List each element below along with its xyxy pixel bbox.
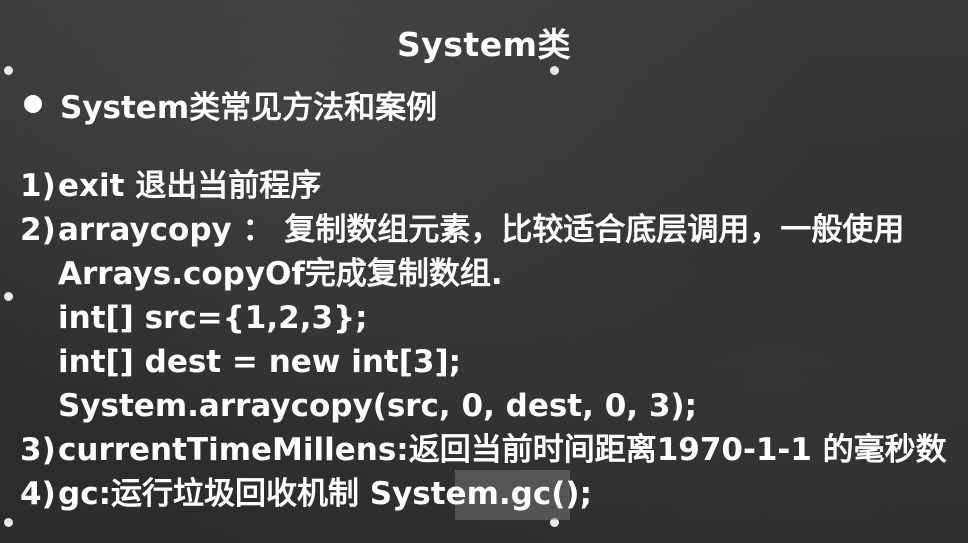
code-text: System.arraycopy(src, 0, dest, 0, 3); <box>58 388 697 424</box>
list-item: 3)currentTimeMillens:返回当前时间距离1970-1-1 的毫… <box>20 430 947 470</box>
bullet-icon <box>24 95 42 113</box>
slide-title: System类 <box>397 25 571 64</box>
frame-handle-top-left <box>4 66 13 75</box>
section-heading: System类常见方法和案例 <box>24 84 438 126</box>
code-text: int[] src={1,2,3}; <box>58 300 368 336</box>
code-line: int[] src={1,2,3}; <box>58 298 368 338</box>
list-item-continuation: Arrays.copyOf完成复制数组. <box>58 254 503 294</box>
section-heading-text: System类常见方法和案例 <box>60 89 438 126</box>
item-text: gc:运行垃圾回收机制 System.gc(); <box>58 476 592 512</box>
item-number: 2) <box>20 212 56 248</box>
list-item: 1)exit 退出当前程序 <box>20 166 321 206</box>
frame-handle-middle-left <box>4 292 13 301</box>
list-item: 4)gc:运行垃圾回收机制 System.gc(); <box>20 474 592 514</box>
item-text: currentTimeMillens:返回当前时间距离1970-1-1 的毫秒数 <box>58 432 947 468</box>
item-number: 4) <box>20 476 56 512</box>
item-text: arraycopy ： 复制数组元素，比较适合底层调用，一般使用 <box>58 212 905 248</box>
frame-handle-bottom-left <box>4 518 13 527</box>
code-line: System.arraycopy(src, 0, dest, 0, 3); <box>58 386 697 426</box>
item-text: Arrays.copyOf完成复制数组. <box>58 256 503 292</box>
list-item: 2)arraycopy ： 复制数组元素，比较适合底层调用，一般使用 <box>20 210 904 250</box>
item-number: 1) <box>20 168 56 204</box>
code-line: int[] dest = new int[3]; <box>58 342 461 382</box>
item-number: 3) <box>20 432 56 468</box>
item-text: exit 退出当前程序 <box>58 168 322 204</box>
frame-handle-top-center <box>550 66 559 75</box>
code-text: int[] dest = new int[3]; <box>58 344 462 380</box>
slide: System类 System类常见方法和案例 1)exit 退出当前程序 2)a… <box>0 0 968 543</box>
